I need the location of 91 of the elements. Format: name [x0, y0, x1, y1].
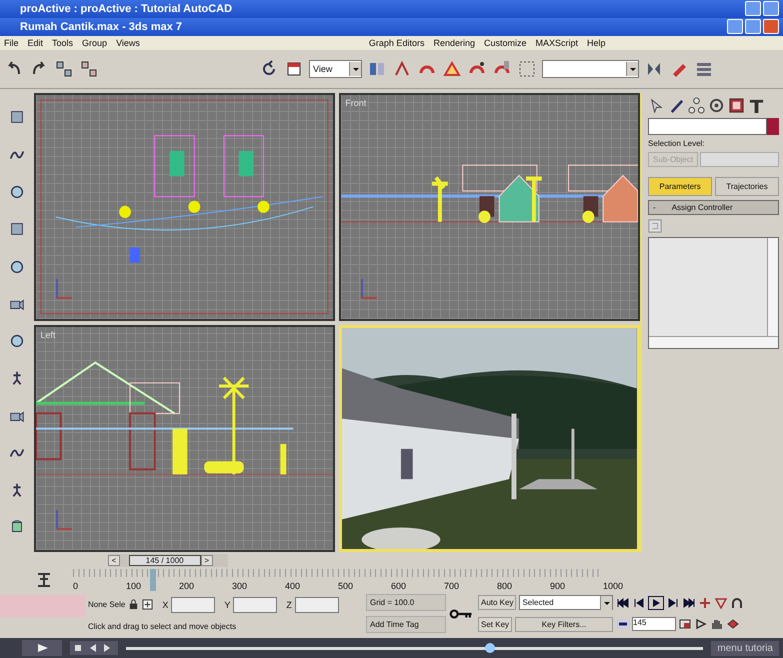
tick-label: 500	[338, 581, 354, 592]
close-button[interactable]	[763, 19, 779, 34]
monitor-icon[interactable]	[728, 96, 746, 114]
z-field[interactable]	[294, 596, 339, 613]
go-to-start-icon[interactable]	[616, 596, 630, 609]
tick-label: 900	[550, 581, 566, 592]
menu-item[interactable]: Edit	[28, 38, 44, 48]
triangle-icon[interactable]	[694, 618, 708, 630]
grid-size: Grid = 100.0	[366, 594, 446, 612]
tick-label: 1000	[603, 581, 624, 592]
hierarchy-icon[interactable]	[688, 96, 706, 114]
playback-controls-icon[interactable]	[70, 641, 118, 656]
track-bar-icon[interactable]	[35, 571, 53, 590]
angle-snap-icon[interactable]	[442, 58, 462, 79]
axis-icon	[54, 508, 74, 532]
y-field[interactable]	[233, 596, 278, 613]
menu-item[interactable]: Graph Editors	[368, 38, 424, 48]
controller-list[interactable]	[648, 236, 780, 349]
tick-label: 300	[232, 581, 248, 592]
rollout-title: Assign Controller	[672, 202, 733, 212]
target-icon[interactable]	[708, 96, 726, 114]
set-key-button[interactable]: Set Key	[478, 616, 512, 632]
menu-item[interactable]: Help	[587, 38, 606, 48]
z-label: Z	[286, 600, 292, 610]
x-label: X	[162, 600, 168, 610]
maximize-button[interactable]	[763, 1, 779, 16]
maximize-button[interactable]	[745, 19, 761, 34]
menu-item[interactable]: Views	[116, 38, 140, 48]
scrollbar[interactable]	[649, 336, 778, 348]
x-field[interactable]	[171, 596, 216, 613]
name-field[interactable]	[648, 118, 768, 135]
auto-key-button[interactable]: Auto Key	[478, 595, 516, 610]
tick-label: 800	[497, 581, 512, 592]
tick-label: 200	[179, 581, 194, 592]
collapse-sign: -	[653, 202, 656, 212]
menu-item[interactable]: Customize	[484, 38, 526, 48]
next-frame-button[interactable]: >	[200, 554, 213, 566]
color-swatch[interactable]	[767, 118, 780, 135]
tick-label: 400	[285, 581, 300, 592]
time-slider-track[interactable]: < 145 / 1000 >	[108, 554, 228, 567]
y-label: Y	[224, 600, 230, 610]
panel-tab[interactable]: Parameters	[648, 176, 712, 196]
pointer-icon[interactable]	[648, 96, 666, 114]
pan-icon[interactable]	[698, 596, 712, 609]
caret-icon	[600, 596, 612, 610]
tick-label: 600	[391, 581, 406, 592]
play-button[interactable]	[22, 640, 62, 656]
play-icon[interactable]	[648, 596, 664, 610]
tick-label: 0	[73, 581, 78, 592]
go-to-end-icon[interactable]	[682, 596, 696, 609]
panel-tab[interactable]: Trajectories	[715, 176, 780, 196]
add-time-tag-button[interactable]: Add Time Tag	[366, 616, 446, 633]
assign-controller-icon[interactable]	[648, 218, 662, 233]
transform-mode-icon[interactable]	[142, 599, 154, 610]
selection-set-dropdown[interactable]	[542, 60, 639, 78]
axis-icon	[359, 276, 380, 300]
minimize-button[interactable]	[727, 19, 743, 34]
menu-item[interactable]: MAXScript	[536, 38, 578, 48]
time-slider-thumb[interactable]: 145 / 1000	[128, 554, 201, 566]
axis-icon	[54, 276, 74, 300]
scrollbar[interactable]	[767, 238, 778, 336]
menu-item[interactable]: Group	[82, 38, 108, 48]
next-frame-icon[interactable]	[666, 596, 680, 609]
key-mode-icon[interactable]	[616, 618, 630, 630]
caret-icon	[626, 62, 638, 76]
minimize-button[interactable]	[745, 1, 761, 16]
orbit-icon[interactable]	[730, 596, 744, 609]
previous-frame-button[interactable]: <	[108, 554, 120, 566]
tick-label: 100	[126, 581, 142, 592]
selection-set-icon[interactable]	[517, 58, 537, 79]
caret-icon	[349, 62, 361, 76]
menu-item[interactable]: Tools	[52, 38, 74, 48]
menu-item[interactable]: Rendering	[433, 38, 475, 48]
seek-thumb[interactable]	[484, 642, 495, 653]
window-title: Rumah Cantik.max - 3ds max 7	[20, 20, 182, 33]
frame-field[interactable]: 145	[632, 617, 676, 632]
selection-level-label: Selection Level:	[648, 138, 706, 148]
key-mode-dropdown[interactable]: Selected	[519, 595, 613, 610]
prompt-line: Click and drag to select and move objects	[88, 622, 238, 631]
tick-label: 700	[444, 581, 460, 592]
player-label[interactable]: menu tutoria	[711, 640, 779, 656]
rollout-header[interactable]: - Assign Controller	[648, 200, 780, 215]
unlink-icon[interactable]	[79, 58, 99, 79]
time-config-icon[interactable]	[678, 618, 692, 630]
lock-icon[interactable]	[128, 599, 140, 610]
window-title: proActive : proActive : Tutorial AutoCAD	[20, 2, 232, 15]
previous-frame-icon[interactable]	[632, 596, 646, 609]
selection-status: None Sele	[88, 600, 126, 610]
key-filters-button[interactable]: Key Filters...	[515, 616, 613, 632]
view-dropdown[interactable]: View	[309, 60, 362, 78]
menu-item[interactable]: File	[4, 38, 19, 48]
